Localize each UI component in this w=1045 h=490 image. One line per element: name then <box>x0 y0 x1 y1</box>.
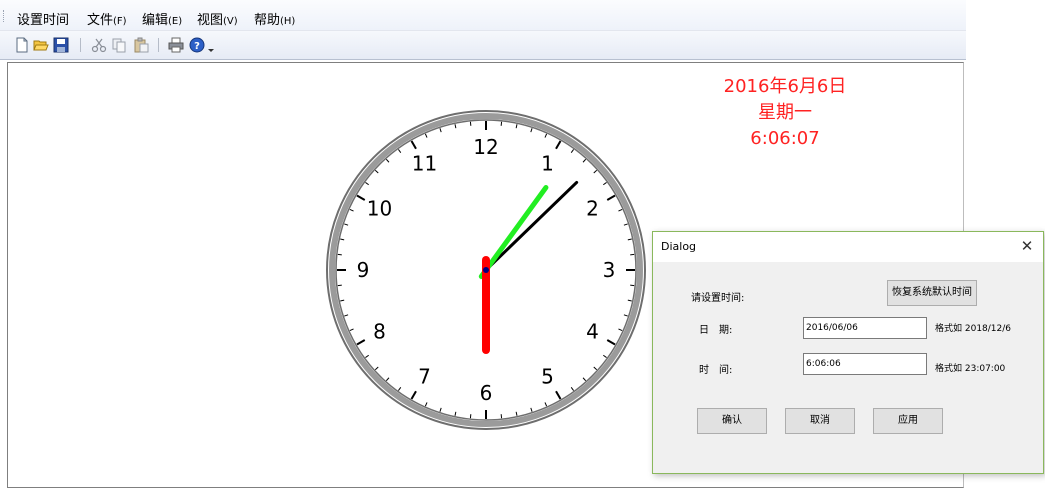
clock-number: 11 <box>412 151 437 175</box>
dialog-title: Dialog <box>661 240 697 253</box>
clock-number: 12 <box>473 135 498 159</box>
date-display: 2016年6月6日 星期一 6:06:07 <box>690 74 880 152</box>
clock-number: 2 <box>586 197 599 221</box>
cancel-button[interactable]: 取消 <box>785 408 855 434</box>
restore-default-time-button[interactable]: 恢复系统默认时间 <box>887 280 977 306</box>
clock-number: 4 <box>586 320 599 344</box>
date-field[interactable] <box>803 317 927 339</box>
set-time-dialog: Dialog ✕ 请设置时间: 恢复系统默认时间 日 期: 格式如 2018/1… <box>652 231 1044 474</box>
clock-number: 5 <box>541 365 554 389</box>
time-format-hint: 格式如 23:07:00 <box>935 364 1006 374</box>
date-format-hint: 格式如 2018/12/6 <box>935 324 1012 334</box>
clock-number: 1 <box>541 151 554 175</box>
clock-number: 7 <box>418 365 431 389</box>
date-label: 日 期: <box>699 325 733 336</box>
clock-center <box>483 267 489 273</box>
close-icon[interactable]: ✕ <box>1017 236 1037 256</box>
clock-number: 8 <box>373 320 386 344</box>
prompt-label: 请设置时间: <box>691 293 745 304</box>
date-text: 2016年6月6日 <box>723 76 847 97</box>
clock-number: 6 <box>480 381 493 405</box>
clock-number: 9 <box>357 258 370 282</box>
apply-button[interactable]: 应用 <box>873 408 943 434</box>
clock-number: 3 <box>603 258 616 282</box>
confirm-button[interactable]: 确认 <box>697 408 767 434</box>
time-field[interactable] <box>803 353 927 375</box>
time-label: 时 间: <box>699 365 733 376</box>
weekday-text: 星期一 <box>758 102 812 123</box>
clock-number: 10 <box>367 197 392 221</box>
time-text: 6:06:07 <box>750 128 820 149</box>
dialog-titlebar[interactable]: Dialog ✕ <box>653 232 1043 262</box>
